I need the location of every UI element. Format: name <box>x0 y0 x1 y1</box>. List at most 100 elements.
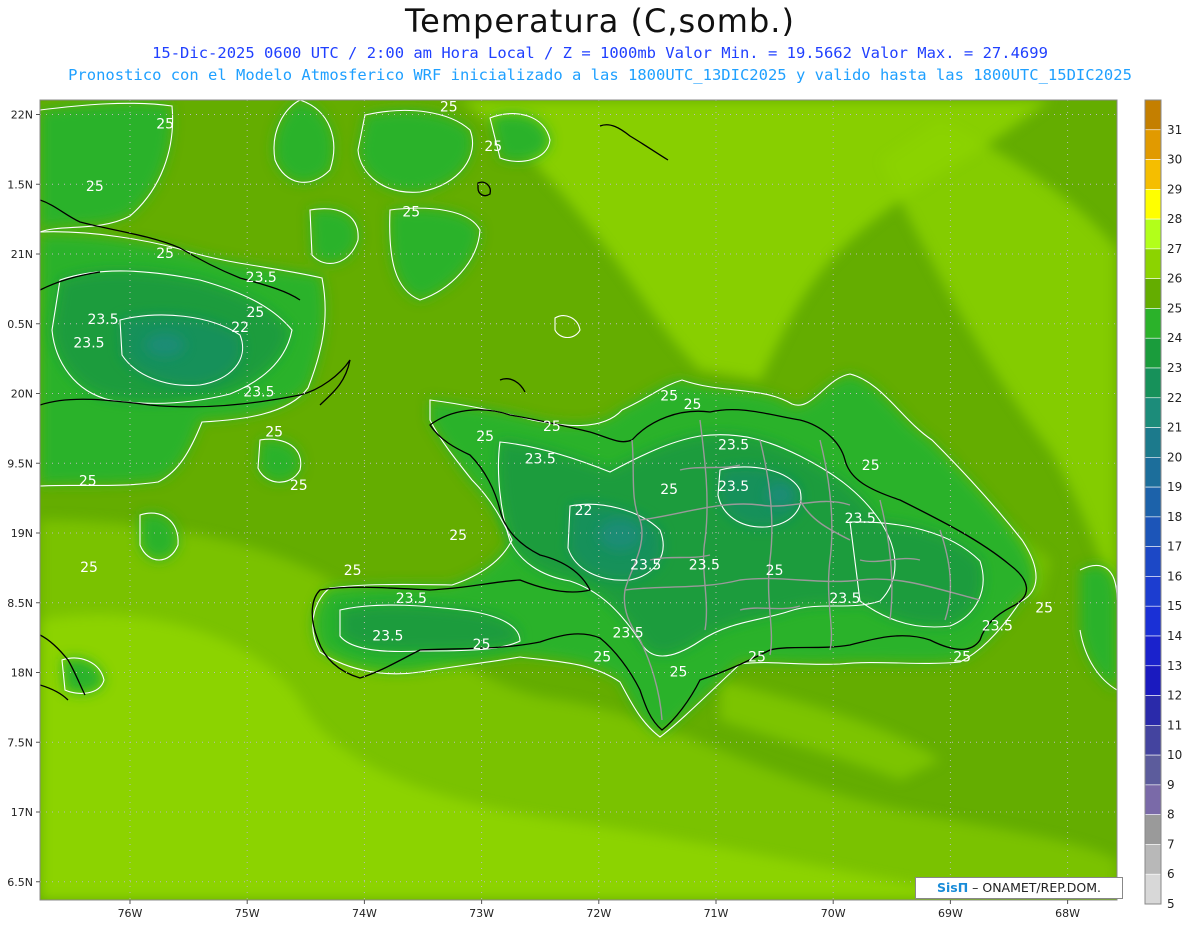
colorbar-label: 6 <box>1167 867 1175 881</box>
colorbar-label: 21 <box>1167 421 1182 435</box>
colorbar-label: 23 <box>1167 361 1182 375</box>
colorbar-swatch <box>1144 248 1162 279</box>
temperature-map: 25 25 25 25 25 25 23.5 23.5 22 23.5 25 23.5 25 25 25 25… <box>7 99 1182 920</box>
contour-label: 25 <box>660 482 678 498</box>
colorbar-label: 27 <box>1167 242 1182 256</box>
colorbar-swatch <box>1144 873 1162 905</box>
lon-tick-label: 72W <box>586 907 611 920</box>
colorbar-label: 16 <box>1167 569 1182 583</box>
colorbar-swatch <box>1144 457 1162 488</box>
colorbar-label: 17 <box>1167 540 1182 554</box>
contour-label: 25 <box>246 305 264 321</box>
contour-label: 23.5 <box>630 557 661 573</box>
colorbar-label: 28 <box>1167 212 1182 226</box>
contour-label: 25 <box>484 139 502 155</box>
contour-label: 25 <box>766 563 784 579</box>
lat-tick-label: 7.5N <box>7 736 33 749</box>
contour-label: 25 <box>670 665 688 681</box>
colorbar-swatch <box>1144 308 1162 339</box>
contour-label: 25 <box>156 246 174 262</box>
contour-label: 23.5 <box>243 384 274 400</box>
lon-tick-label: 70W <box>821 907 846 920</box>
latitude-axis: 22N 1.5N 21N 0.5N 20N 9.5N 19N 8.5N 18N 7.5N 17N 6.… <box>7 109 40 889</box>
contour-label: 22 <box>575 503 593 519</box>
contour-label: 25 <box>1035 601 1053 617</box>
colorbar-swatch <box>1144 397 1162 428</box>
contour-label: 23.5 <box>246 270 277 286</box>
colorbar-label: 13 <box>1167 659 1182 673</box>
contour-label: 25 <box>290 478 308 494</box>
colorbar-label: 19 <box>1167 480 1182 494</box>
lon-tick-label: 75W <box>235 907 260 920</box>
colorbar-swatch <box>1144 516 1162 547</box>
colorbar-label: 9 <box>1167 778 1175 792</box>
contour-label: 23.5 <box>982 619 1013 635</box>
contour-label: 25 <box>862 458 880 474</box>
contour-label: 23.5 <box>845 511 876 527</box>
colorbar-swatch <box>1144 189 1162 220</box>
longitude-axis: 76W 75W 74W 73W 72W 71W 70W 69W 68W <box>118 900 1080 920</box>
contour-label: 23.5 <box>689 557 720 573</box>
colorbar-label: 31 <box>1167 123 1182 137</box>
lon-tick-label: 74W <box>352 907 377 920</box>
colorbar-swatch <box>1144 486 1162 518</box>
contour-label: 23.5 <box>718 479 749 495</box>
contour-label: 25 <box>344 563 362 579</box>
colorbar-label: 5 <box>1167 897 1175 911</box>
lon-tick-label: 73W <box>469 907 494 920</box>
colorbar: 31 30 29 28 27 26 25 24 23 22 21 20 19 18 17 16 15 14 13 12… <box>1144 99 1182 911</box>
contour-label: 23.5 <box>613 626 644 642</box>
contour-label: 25 <box>473 637 491 653</box>
lat-tick-label: 22N <box>11 109 33 122</box>
colorbar-label: 15 <box>1167 599 1182 613</box>
contour-label: 25 <box>156 116 174 132</box>
colorbar-label: 30 <box>1167 153 1182 167</box>
colorbar-label: 29 <box>1167 182 1182 196</box>
colorbar-label: 11 <box>1167 718 1182 732</box>
contour-label: 23.5 <box>525 451 556 467</box>
colorbar-swatch <box>1144 844 1162 875</box>
colorbar-label: 12 <box>1167 689 1182 703</box>
colorbar-label: 14 <box>1167 629 1182 643</box>
contour-label: 23.5 <box>829 591 860 607</box>
contour-label: 25 <box>684 397 702 413</box>
colorbar-swatch <box>1144 754 1162 786</box>
colorbar-swatch <box>1144 99 1162 131</box>
colorbar-label: 24 <box>1167 331 1182 345</box>
colorbar-swatch <box>1144 218 1162 250</box>
colorbar-label: 10 <box>1167 748 1182 762</box>
contour-label: 25 <box>265 425 283 441</box>
colorbar-label: 7 <box>1167 837 1175 851</box>
colorbar-swatch <box>1144 367 1162 399</box>
contour-label: 25 <box>86 179 104 195</box>
colorbar-swatch <box>1144 427 1162 458</box>
lat-tick-label: 8.5N <box>7 597 33 610</box>
colorbar-swatch <box>1144 337 1162 369</box>
lon-tick-label: 68W <box>1055 907 1080 920</box>
lon-tick-label: 69W <box>938 907 963 920</box>
colorbar-label: 22 <box>1167 391 1182 405</box>
colorbar-swatch <box>1144 576 1162 607</box>
colorbar-swatch <box>1144 159 1162 190</box>
contour-label: 25 <box>748 649 766 665</box>
colorbar-swatch <box>1144 278 1162 309</box>
contour-label: 25 <box>476 429 494 445</box>
colorbar-label: 25 <box>1167 301 1182 315</box>
contour-label: 25 <box>440 100 458 116</box>
lat-tick-label: 9.5N <box>7 457 33 470</box>
contour-label: 23.5 <box>718 437 749 453</box>
colorbar-label: 26 <box>1167 272 1182 286</box>
lat-tick-label: 19N <box>11 527 33 540</box>
colorbar-swatch <box>1144 605 1162 637</box>
colorbar-label: 20 <box>1167 450 1182 464</box>
lon-tick-label: 71W <box>704 907 729 920</box>
lat-tick-label: 0.5N <box>7 318 33 331</box>
contour-label: 23.5 <box>372 628 403 644</box>
credit-box: SisΠ – ONAMET/REP.DOM. <box>915 877 1123 899</box>
lat-tick-label: 17N <box>11 806 33 819</box>
contour-label: 23.5 <box>396 591 427 607</box>
lon-tick-label: 76W <box>118 907 143 920</box>
colorbar-swatch <box>1144 814 1162 845</box>
colorbar-label: 18 <box>1167 510 1182 524</box>
contour-label: 25 <box>402 204 420 220</box>
